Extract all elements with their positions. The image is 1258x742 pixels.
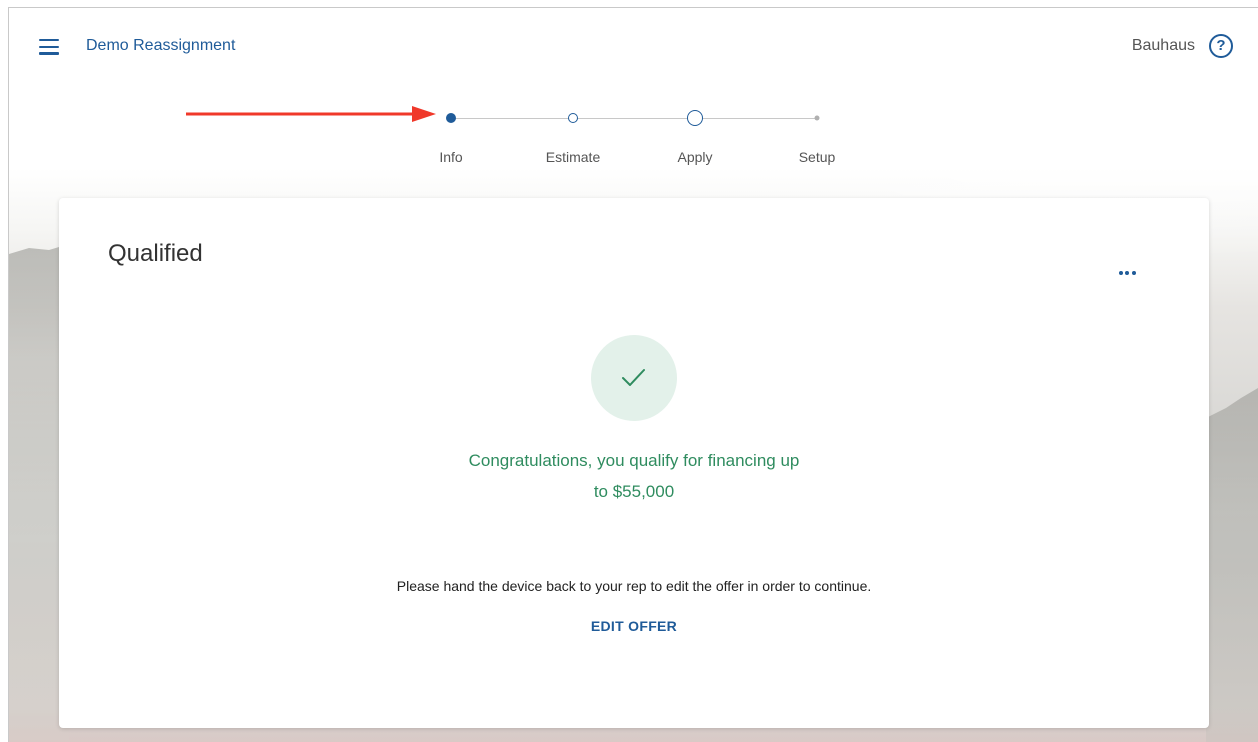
card-title: Qualified xyxy=(108,240,203,267)
congratulations-message: Congratulations, you qualify for financi… xyxy=(384,445,884,507)
edit-offer-button[interactable]: EDIT OFFER xyxy=(534,618,734,634)
help-circle-icon[interactable]: ? xyxy=(1209,34,1233,58)
step-label: Apply xyxy=(677,149,713,165)
top-bar: Demo Reassignment Bauhaus ? xyxy=(9,8,1258,88)
step-label: Info xyxy=(439,149,463,165)
message-line-1: Congratulations, you qualify for financi… xyxy=(468,451,800,470)
progress-stepper: Info Estimate Apply Setup xyxy=(429,106,869,176)
background-hills-right xyxy=(1206,388,1258,742)
message-line-2: to $55,000 xyxy=(593,482,675,501)
step-dot-upcoming xyxy=(568,113,578,123)
instruction-text: Please hand the device back to your rep … xyxy=(396,578,872,594)
step-label: Estimate xyxy=(545,149,601,165)
step-estimate[interactable]: Estimate xyxy=(533,106,613,176)
app-frame: Demo Reassignment Bauhaus ? Info Estimat… xyxy=(8,7,1258,742)
red-arrow-annotation-icon xyxy=(186,106,436,122)
step-dot-current xyxy=(446,113,456,123)
success-badge xyxy=(591,335,677,421)
step-apply[interactable]: Apply xyxy=(655,106,735,176)
step-label: Setup xyxy=(798,149,836,165)
org-name: Bauhaus xyxy=(1131,37,1195,54)
check-icon xyxy=(622,369,645,386)
step-dot-inactive xyxy=(814,115,820,121)
more-horizontal-icon[interactable] xyxy=(1119,262,1143,275)
hamburger-menu-icon[interactable] xyxy=(39,39,59,55)
stepper-track xyxy=(451,118,817,119)
step-dot-upcoming-large xyxy=(687,110,703,126)
app-title[interactable]: Demo Reassignment xyxy=(86,37,235,55)
step-setup[interactable]: Setup xyxy=(777,106,857,176)
qualified-card: Qualified Congratulations, you qualify f… xyxy=(59,198,1209,728)
step-info[interactable]: Info xyxy=(411,106,491,176)
